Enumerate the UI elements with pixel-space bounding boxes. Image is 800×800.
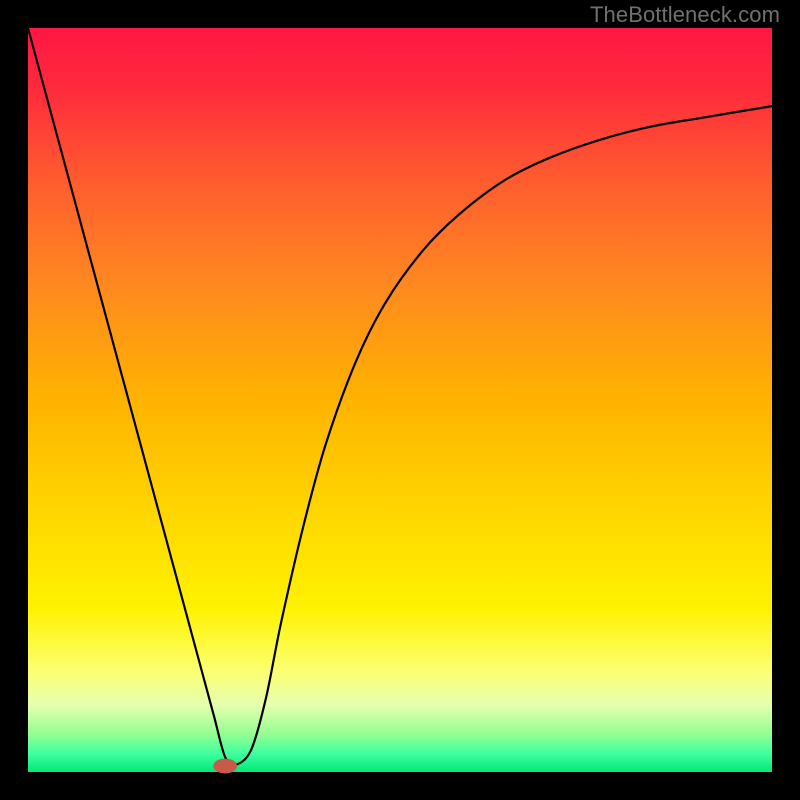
watermark-label: TheBottleneck.com xyxy=(590,2,780,28)
minimum-marker xyxy=(213,759,237,774)
bottleneck-chart xyxy=(0,0,800,800)
plot-background xyxy=(28,28,772,772)
chart-frame: TheBottleneck.com xyxy=(0,0,800,800)
